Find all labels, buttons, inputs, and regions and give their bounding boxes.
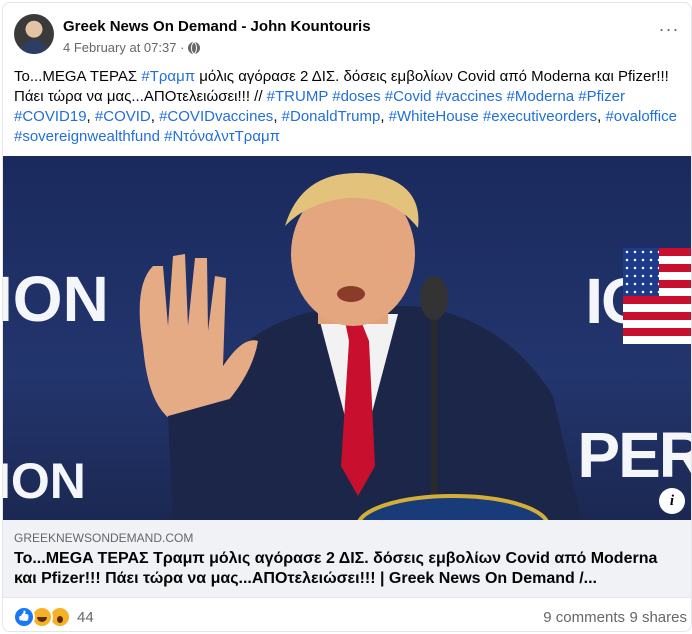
- globe-icon: [188, 41, 201, 54]
- link-domain: GREEKNEWSONDEMAND.COM: [14, 531, 194, 545]
- post-card: Greek News On Demand - John Kountouris 4…: [2, 2, 692, 632]
- speaker-figure: [139, 173, 582, 520]
- post-text: Το...MEGA ΤΕΡΑΣ #Τραμπ μόλις αγόρασε 2 Δ…: [14, 67, 686, 147]
- post-text-segment: Το...MEGA ΤΕΡΑΣ: [14, 68, 142, 85]
- shares-count[interactable]: 9 shares: [629, 609, 687, 626]
- post-text-segment: ,: [86, 108, 95, 125]
- post-image[interactable]: ION ION PER ION: [3, 156, 691, 520]
- more-options-icon[interactable]: ···: [655, 19, 683, 47]
- reaction-count[interactable]: 44: [77, 609, 94, 626]
- like-icon: [13, 606, 35, 628]
- hashtag-link[interactable]: #DonaldTrump: [282, 108, 381, 125]
- hashtag-link[interactable]: #Τραμπ: [141, 68, 195, 85]
- post-text-segment: ,: [380, 108, 389, 125]
- hashtag-link[interactable]: #Moderna: [507, 88, 575, 105]
- background-sign-text-left-bottom: ION: [3, 453, 86, 509]
- comments-count[interactable]: 9 comments: [543, 609, 625, 626]
- reactions-summary[interactable]: 44: [13, 606, 94, 628]
- hashtag-link[interactable]: #WhiteHouse: [389, 108, 479, 125]
- post-meta: 4 February at 07:37 ·: [63, 40, 201, 55]
- link-title[interactable]: Το...MEGA ΤΕΡΑΣ Τραμπ μόλις αγόρασε 2 ΔΙ…: [14, 549, 674, 589]
- hashtag-link[interactable]: #COVID: [95, 108, 151, 125]
- hashtag-link[interactable]: #TRUMP: [267, 88, 328, 105]
- info-icon[interactable]: i: [659, 488, 685, 514]
- hashtag-link[interactable]: #sovereignwealthfund: [14, 128, 160, 145]
- post-timestamp[interactable]: 4 February at 07:37 ·: [63, 40, 184, 55]
- hashtag-link[interactable]: #COVID19: [14, 108, 87, 125]
- author-name[interactable]: Greek News On Demand - John Kountouris: [63, 18, 371, 35]
- hashtag-link[interactable]: #Pfizer: [578, 88, 625, 105]
- post-text-segment: ,: [150, 108, 160, 125]
- hashtag-link[interactable]: #executiveorders: [483, 108, 597, 125]
- hashtag-link[interactable]: #doses: [332, 88, 380, 105]
- author-avatar[interactable]: [14, 14, 54, 54]
- link-preview[interactable]: GREEKNEWSONDEMAND.COM Το...MEGA ΤΕΡΑΣ Τρ…: [3, 520, 691, 598]
- hashtag-link[interactable]: #Covid: [385, 88, 432, 105]
- post-stats: 44 9 comments 9 shares: [3, 598, 691, 631]
- post-header: Greek News On Demand - John Kountouris 4…: [3, 3, 691, 61]
- hashtag-link[interactable]: #ovaloffice: [605, 108, 676, 125]
- hashtag-link[interactable]: #vaccines: [436, 88, 503, 105]
- background-sign-text-left: ION: [3, 263, 109, 335]
- hashtag-link[interactable]: #ΝτόναλντΤραμπ: [164, 128, 280, 145]
- post-text-segment: ,: [273, 108, 282, 125]
- hashtag-link[interactable]: #COVIDvaccines: [159, 108, 273, 125]
